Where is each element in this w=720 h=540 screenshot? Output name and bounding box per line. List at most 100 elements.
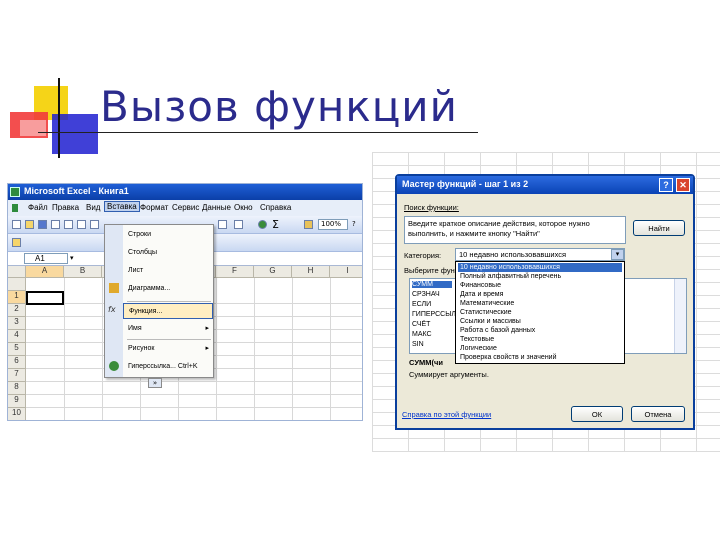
save-icon[interactable] bbox=[38, 220, 47, 229]
category-option[interactable]: Статистические bbox=[458, 308, 622, 317]
function-item[interactable]: ЕСЛИ bbox=[412, 301, 431, 308]
grid-row-line bbox=[26, 420, 363, 421]
grid-row-line bbox=[26, 407, 362, 408]
category-option[interactable]: Полный алфавитный перечень bbox=[458, 272, 622, 281]
category-option[interactable]: Математические bbox=[458, 299, 622, 308]
menu-format[interactable]: Формат bbox=[140, 203, 168, 212]
submenu-arrow-icon: ▸ bbox=[205, 325, 209, 332]
menu-data[interactable]: Данные bbox=[202, 203, 231, 212]
col-header-H[interactable]: H bbox=[292, 266, 330, 278]
category-option[interactable]: Работа с базой данных bbox=[458, 326, 622, 335]
new-icon[interactable] bbox=[12, 220, 21, 229]
autosum-icon[interactable]: Σ bbox=[272, 218, 279, 231]
excel-window: Microsoft Excel - Книга1 Файл Правка Вид… bbox=[7, 183, 363, 421]
function-description: Суммирует аргументы. bbox=[409, 370, 489, 379]
category-select[interactable]: 10 недавно использовавшихся bbox=[455, 248, 625, 261]
spelling-icon[interactable] bbox=[77, 220, 86, 229]
print-icon[interactable] bbox=[51, 220, 60, 229]
function-item[interactable]: МАКС bbox=[412, 331, 432, 338]
menu-help[interactable]: Справка bbox=[260, 203, 291, 212]
menu-expand-button[interactable]: » bbox=[148, 378, 162, 388]
grid-row-line bbox=[26, 394, 362, 395]
grid-col-line bbox=[292, 278, 293, 420]
submenu-arrow-icon: ▸ bbox=[205, 345, 209, 352]
row-header-3[interactable]: 3 bbox=[8, 317, 26, 330]
find-button[interactable]: Найти bbox=[633, 220, 685, 236]
ok-button[interactable]: ОК bbox=[571, 406, 623, 422]
wizard-close-button[interactable]: ✕ bbox=[676, 178, 690, 192]
menu-file[interactable]: Файл bbox=[28, 203, 48, 212]
wizard-help-button[interactable]: ? bbox=[659, 178, 673, 192]
row-header-1[interactable]: 1 bbox=[8, 291, 26, 304]
insert-menu-item-hyperlink[interactable]: Гиперссылка... Ctrl+K bbox=[123, 359, 213, 375]
grid-col-line bbox=[64, 278, 65, 420]
format-icon[interactable] bbox=[12, 238, 21, 247]
menu-tools[interactable]: Сервис bbox=[172, 203, 199, 212]
category-option[interactable]: Текстовые bbox=[458, 335, 622, 344]
category-option[interactable]: Логические bbox=[458, 344, 622, 353]
category-label: Категория: bbox=[404, 251, 442, 260]
undo-icon[interactable] bbox=[218, 220, 227, 229]
menu-view[interactable]: Вид bbox=[86, 203, 100, 212]
help-icon[interactable]: ? bbox=[352, 220, 356, 228]
hyperlink-globe-icon bbox=[109, 361, 119, 371]
grid-row-line bbox=[26, 381, 362, 382]
redo-icon[interactable] bbox=[234, 220, 243, 229]
category-option[interactable]: Дата и время bbox=[458, 290, 622, 299]
col-header-I[interactable]: I bbox=[330, 266, 362, 278]
cut-icon[interactable] bbox=[90, 220, 99, 229]
col-header-B[interactable]: B bbox=[64, 266, 102, 278]
row-header-8[interactable]: 8 bbox=[8, 382, 26, 395]
insert-menu-item-name[interactable]: Имя ▸ bbox=[123, 321, 213, 337]
row-header-10[interactable]: 10 bbox=[8, 408, 26, 420]
menu-window[interactable]: Окно bbox=[234, 203, 253, 212]
grid-col-line bbox=[102, 278, 103, 420]
insert-menu-item-function[interactable]: Функция... bbox=[123, 303, 213, 319]
function-list-scrollbar[interactable] bbox=[674, 279, 686, 353]
cancel-button[interactable]: Отмена bbox=[631, 406, 685, 422]
namebox-dropdown-icon[interactable]: ▾ bbox=[70, 254, 74, 262]
insert-menu-item-picture[interactable]: Рисунок ▸ bbox=[123, 341, 213, 357]
insert-menu-item-sheet[interactable]: Лист bbox=[123, 263, 213, 279]
insert-menu-item-rows[interactable]: Строки bbox=[123, 227, 213, 243]
active-cell-A1[interactable] bbox=[26, 291, 64, 305]
name-box[interactable]: A1 bbox=[24, 253, 68, 264]
category-option[interactable]: Финансовые bbox=[458, 281, 622, 290]
row-header-6[interactable]: 6 bbox=[8, 356, 26, 369]
function-wizard-dialog: Мастер функций - шаг 1 из 2 ? ✕ Поиск фу… bbox=[395, 174, 695, 430]
col-header-G[interactable]: G bbox=[254, 266, 292, 278]
hyperlink-icon[interactable] bbox=[258, 220, 267, 229]
category-dropdown-icon[interactable]: ▾ bbox=[611, 249, 624, 260]
title-underline bbox=[38, 132, 478, 133]
function-item[interactable]: СРЗНАЧ bbox=[412, 291, 440, 298]
insert-menu-item-columns[interactable]: Столбцы bbox=[123, 245, 213, 261]
chart-wizard-icon[interactable] bbox=[304, 220, 313, 229]
row-header-5[interactable]: 5 bbox=[8, 343, 26, 356]
row-header-7[interactable]: 7 bbox=[8, 369, 26, 382]
select-all-corner[interactable] bbox=[8, 266, 26, 278]
function-help-link[interactable]: Справка по этой функции bbox=[402, 410, 491, 419]
function-search-input[interactable]: Введите краткое описание действия, котор… bbox=[404, 216, 626, 244]
function-item[interactable]: ГИПЕРССЫЛ bbox=[412, 311, 456, 318]
excel-window-title: Microsoft Excel - Книга1 bbox=[24, 186, 129, 196]
open-icon[interactable] bbox=[25, 220, 34, 229]
function-item[interactable]: SIN bbox=[412, 341, 424, 348]
insert-menu-item-chart[interactable]: Диаграмма... bbox=[123, 281, 213, 297]
menu-insert[interactable]: Вставка bbox=[104, 201, 140, 212]
preview-icon[interactable] bbox=[64, 220, 73, 229]
row-header-9[interactable]: 9 bbox=[8, 395, 26, 408]
zoom-select[interactable]: 100% bbox=[318, 219, 348, 230]
function-item[interactable]: СУММ bbox=[412, 281, 452, 288]
grid-col-line bbox=[254, 278, 255, 420]
row-header-2[interactable]: 2 bbox=[8, 304, 26, 317]
category-option[interactable]: Проверка свойств и значений bbox=[458, 353, 622, 362]
category-option[interactable]: Ссылки и массивы bbox=[458, 317, 622, 326]
function-item[interactable]: СЧЁТ bbox=[412, 321, 430, 328]
col-header-A[interactable]: A bbox=[26, 266, 64, 278]
menu-edit[interactable]: Правка bbox=[52, 203, 79, 212]
chart-icon bbox=[109, 283, 119, 293]
category-option[interactable]: 10 недавно использовавшихся bbox=[458, 263, 622, 272]
col-header-F[interactable]: F bbox=[216, 266, 254, 278]
function-syntax: СУММ(чи bbox=[409, 358, 443, 367]
row-header-4[interactable]: 4 bbox=[8, 330, 26, 343]
